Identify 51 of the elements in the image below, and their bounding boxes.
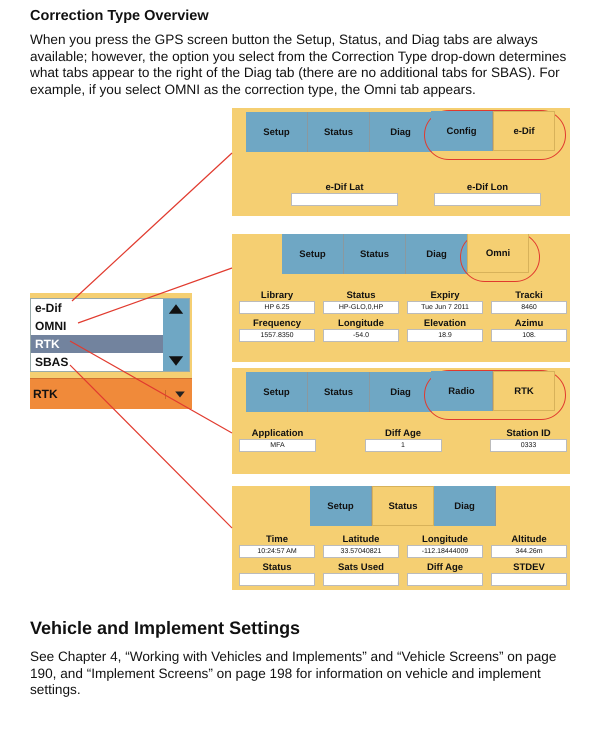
tab[interactable]: Setup (246, 372, 308, 412)
dropdown-option[interactable]: RTK (31, 335, 163, 353)
tab[interactable]: e-Dif (493, 111, 555, 151)
field-label: Library (260, 290, 294, 301)
tab[interactable]: Diag (370, 112, 432, 152)
dropdown-option[interactable]: e-Dif (31, 299, 163, 317)
tab[interactable]: Setup (246, 112, 308, 152)
tab[interactable]: Diag (406, 234, 468, 274)
dropdown-field[interactable]: RTK (30, 378, 192, 409)
field-label: Station ID (506, 428, 551, 439)
paragraph: See Chapter 4, “Working with Vehicles and Implements” and “Vehicle Screens” on page 190, and “Implement Screens” on page 198 for information on vehicle and implement settings. (30, 649, 558, 698)
field-label: e-Dif Lon (466, 182, 508, 193)
tab[interactable]: Status (308, 372, 370, 412)
tab[interactable]: Diag (370, 372, 432, 412)
field-label: Sats Used (338, 562, 384, 573)
field-label: Tracki (515, 290, 543, 301)
field-label: STDEV (513, 562, 545, 573)
paragraph: When you press the GPS screen button the Setup, Status, and Diag tabs are always available; however, the option you select from the Correction Type drop-down determines what tabs appear to the right of the Diag tab (there are no additional tabs for SBAS). For example, if you select OMNI as the correction type, the Omni tab appears. (30, 32, 568, 98)
field-label: Altitude (511, 534, 547, 545)
tab[interactable]: Status (372, 486, 434, 526)
scroll-down-icon[interactable] (168, 355, 184, 367)
field-label: Elevation (424, 318, 466, 329)
field-label: Longitude (338, 318, 384, 329)
section-heading: Correction Type Overview (30, 8, 210, 24)
field-label: Longitude (422, 534, 468, 545)
tab[interactable]: Setup (282, 234, 344, 274)
field-label: Azimu (514, 318, 544, 329)
tab[interactable]: Status (308, 112, 370, 152)
dropdown-option[interactable]: OMNI (31, 317, 163, 335)
field-label: Application (252, 428, 304, 439)
field-label: Status (346, 290, 376, 301)
field-label: Time (266, 534, 288, 545)
field-label: Expiry (430, 290, 460, 301)
field-label: Diff Age (426, 562, 464, 573)
field-label: Status (262, 562, 292, 573)
tab[interactable]: Status (344, 234, 406, 274)
dropdown-option[interactable]: SBAS (31, 353, 163, 371)
tab[interactable]: Setup (310, 486, 372, 526)
field-label: Diff Age (384, 428, 422, 439)
field-label: Latitude (342, 534, 380, 545)
tab[interactable]: Omni (467, 234, 529, 273)
tab[interactable]: RTK (493, 371, 555, 411)
tab[interactable]: Config (431, 111, 493, 151)
section-heading: Vehicle and Implement Settings (30, 618, 302, 639)
tab[interactable]: Radio (431, 371, 493, 411)
scroll-up-icon[interactable] (168, 303, 184, 315)
field-label: Frequency (252, 318, 302, 329)
field-label: e-Dif Lat (326, 182, 364, 193)
tab[interactable]: Diag (434, 486, 496, 526)
scrollbar[interactable] (163, 299, 189, 371)
caret-icon (165, 390, 186, 398)
